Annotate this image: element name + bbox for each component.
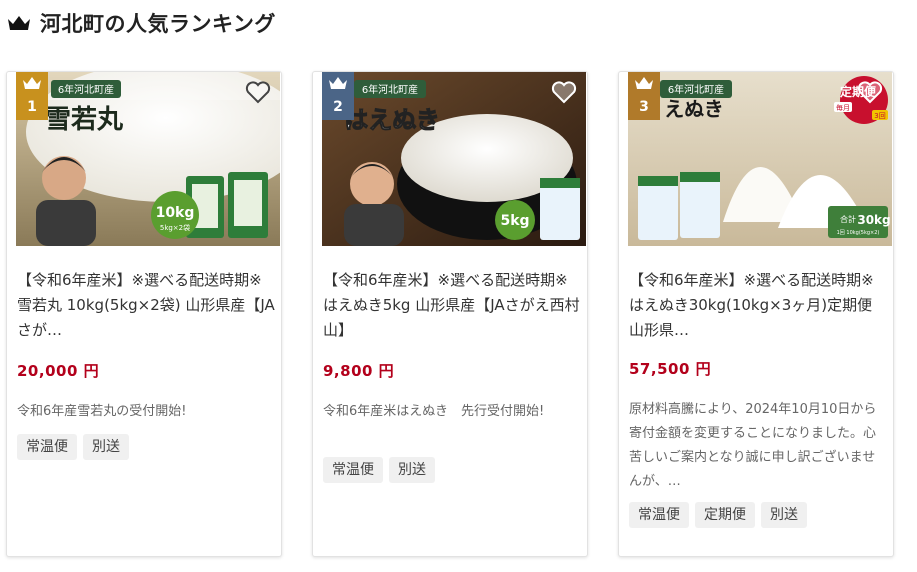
image-banner-text: 6年河北町産 (362, 83, 418, 96)
ranking-card-2[interactable]: 6年河北町産 はえぬき 5kg 2 【令和6年産米】※選べる配送時期※ はえぬき… (312, 71, 588, 557)
rank-badge: 1 (16, 72, 48, 120)
product-title[interactable]: 【令和6年産米】※選べる配送時期※ はえぬき5kg 山形県産【JAさがえ西村山】 (323, 268, 585, 343)
ranking-card-1[interactable]: 6年河北町産 雪若丸 10kg 5kg×2袋 1 【令和6年産米】※選べる配送時… (6, 71, 282, 557)
image-banner-text: 6年河北町産 (668, 83, 724, 96)
rank-badge: 3 (628, 72, 660, 120)
image-badge: 10kg (156, 205, 195, 221)
product-price: 20,000 円 (17, 362, 100, 380)
image-product-text: はえぬき (344, 105, 440, 134)
image-badge-sub: 5kg×2袋 (160, 223, 190, 232)
image-badge-pre: 合計 (840, 214, 856, 224)
tag: 定期便 (695, 502, 755, 528)
image-badge-sub: 1回 10kg(5kg×2) (837, 230, 880, 236)
rank-number: 1 (27, 99, 37, 115)
product-price: 57,500 円 (629, 360, 712, 378)
image-product-text: 雪若丸 (45, 105, 124, 135)
section-title: 河北町の人気ランキング (40, 12, 276, 36)
tag: 別送 (83, 434, 129, 460)
product-image[interactable]: 6年河北町産 えぬき 合計 30kg 1回 10kg(5kg×2) 定期便 毎月… (628, 72, 892, 246)
product-description: 原材料高騰により、2024年10月10日から寄付金額を変更することになりました。… (629, 402, 877, 489)
image-banner-text: 6年河北町産 (58, 83, 114, 96)
rank-number: 2 (333, 99, 343, 115)
image-corner-sub: 毎月 (836, 103, 850, 112)
product-image[interactable]: 6年河北町産 雪若丸 10kg 5kg×2袋 (16, 72, 280, 246)
crown-icon (6, 12, 34, 34)
favorite-heart-icon[interactable] (551, 80, 577, 104)
rank-badge: 2 (322, 72, 354, 120)
product-title[interactable]: 【令和6年産米】※選べる配送時期※ はえぬき30kg(10kg×3ヶ月)定期便 … (629, 268, 891, 343)
product-title[interactable]: 【令和6年産米】※選べる配送時期※ 雪若丸 10kg(5kg×2袋) 山形県産【… (17, 268, 279, 343)
image-corner-count: 3回 (874, 112, 885, 120)
image-badge: 5kg (500, 213, 529, 229)
rank-number: 3 (639, 99, 649, 115)
tag: 常温便 (323, 457, 383, 483)
rank-crown-icon (329, 77, 347, 89)
tag: 別送 (761, 502, 807, 528)
rank-crown-icon (23, 77, 41, 89)
tag: 別送 (389, 457, 435, 483)
product-image[interactable]: 6年河北町産 はえぬき 5kg (322, 72, 586, 246)
favorite-heart-icon[interactable] (857, 80, 883, 104)
tag: 常温便 (629, 502, 689, 528)
product-description: 令和6年産米はえぬき 先行受付開始! (323, 404, 545, 419)
product-description: 令和6年産雪若丸の受付開始! (17, 404, 187, 419)
favorite-heart-icon[interactable] (245, 80, 271, 104)
tag: 常温便 (17, 434, 77, 460)
section-heading: 河北町の人気ランキング (6, 6, 276, 40)
rank-crown-icon (635, 77, 653, 89)
tag-list: 常温便 別送 (323, 457, 435, 483)
product-price: 9,800 円 (323, 362, 395, 380)
image-product-text: えぬき (664, 97, 724, 121)
tag-list: 常温便 定期便 別送 (629, 502, 807, 528)
tag-list: 常温便 別送 (17, 434, 129, 460)
ranking-card-3[interactable]: 6年河北町産 えぬき 合計 30kg 1回 10kg(5kg×2) 定期便 毎月… (618, 71, 894, 557)
image-badge: 30kg (857, 213, 890, 227)
